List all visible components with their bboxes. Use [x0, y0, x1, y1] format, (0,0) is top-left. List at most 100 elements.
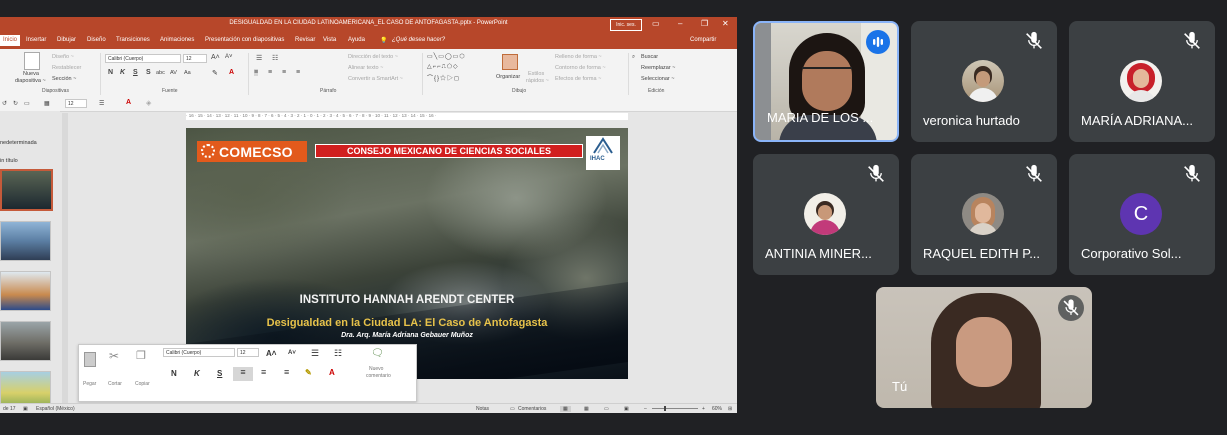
- section-sin-titulo[interactable]: in título: [0, 158, 18, 164]
- slide-thumbnail[interactable]: [0, 321, 51, 361]
- participant-tile-speaking[interactable]: MARIA DE LOS ...: [753, 21, 899, 142]
- justify-icon[interactable]: ≡: [296, 69, 300, 76]
- new-slide-label[interactable]: Nueva: [23, 71, 39, 77]
- mini-bullets-icon[interactable]: ☰: [311, 348, 319, 359]
- bullets-icon[interactable]: ☰: [256, 54, 262, 62]
- shape-fill-button[interactable]: Relleno de forma ~: [555, 54, 602, 60]
- align-center-icon[interactable]: ≡: [268, 69, 272, 76]
- new-slide-icon[interactable]: [24, 52, 40, 70]
- zoom-slider-thumb[interactable]: [664, 406, 666, 411]
- copy-icon[interactable]: ❐: [136, 349, 146, 362]
- grow-font-icon[interactable]: A˄: [211, 54, 220, 61]
- tab-insertar[interactable]: Insertar: [26, 37, 46, 43]
- spacing-button[interactable]: AV: [170, 70, 177, 76]
- tab-animaciones[interactable]: Animaciones: [160, 37, 194, 43]
- zoom-out-icon[interactable]: –: [644, 406, 647, 412]
- shapes-gallery[interactable]: ▭╲▭◯▭⬡: [427, 53, 466, 60]
- copy-label[interactable]: Copiar: [135, 381, 150, 387]
- cut-label[interactable]: Cortar: [108, 381, 122, 387]
- tab-revisar[interactable]: Revisar: [295, 37, 315, 43]
- mini-font-name[interactable]: Calibri (Cuerpo): [163, 348, 235, 357]
- qat-font-size[interactable]: 12: [65, 99, 87, 108]
- slide-canvas[interactable]: COMECSO CONSEJO MEXICANO DE CIENCIAS SOC…: [186, 128, 628, 379]
- spellcheck-icon[interactable]: ▣: [23, 406, 28, 412]
- replace-button[interactable]: Reemplazar ~: [641, 65, 675, 71]
- tab-dibujar[interactable]: Dibujar: [57, 37, 76, 43]
- mini-font-size[interactable]: 12: [237, 348, 259, 357]
- mini-grow-font-icon[interactable]: A˄: [266, 349, 276, 358]
- participant-tile[interactable]: veronica hurtado: [911, 21, 1057, 142]
- font-color-small-icon[interactable]: A: [126, 99, 131, 106]
- new-slide-dropdown[interactable]: diapositiva ~: [15, 78, 46, 84]
- zoom-slider[interactable]: [652, 408, 698, 409]
- zoom-level[interactable]: 60%: [712, 406, 722, 412]
- thumbnail-scrollbar[interactable]: [62, 113, 68, 403]
- layout-button[interactable]: Diseño ~: [52, 54, 74, 60]
- shapes-gallery-row2[interactable]: △⌐⌐⎍⬠◇: [427, 63, 459, 71]
- maximize-icon[interactable]: ❐: [701, 19, 708, 28]
- paste-icon[interactable]: [84, 352, 96, 367]
- shadow-button[interactable]: S: [146, 69, 151, 76]
- search-icon[interactable]: ⌕: [632, 54, 635, 61]
- mini-align-center-icon[interactable]: ≡: [261, 367, 266, 377]
- zoom-in-icon[interactable]: +: [702, 406, 705, 412]
- paste-label[interactable]: Pegar: [83, 381, 96, 387]
- language-label[interactable]: Español (México): [36, 406, 75, 412]
- new-comment-icon[interactable]: 🗨: [371, 348, 384, 359]
- shape-effects-button[interactable]: Efectos de forma ~: [555, 76, 601, 82]
- participant-tile[interactable]: C Corporativo Sol...: [1069, 154, 1215, 275]
- mini-bold-button[interactable]: N: [171, 369, 177, 378]
- tell-me-input[interactable]: ¿Qué desea hacer?: [392, 37, 445, 43]
- mini-italic-button[interactable]: K: [194, 369, 200, 378]
- ribbon-options-icon[interactable]: ▭: [652, 19, 660, 28]
- shrink-font-icon[interactable]: A˅: [225, 54, 233, 60]
- align-right-icon[interactable]: ≡: [282, 69, 286, 76]
- tab-inicio[interactable]: Inicio: [0, 35, 21, 46]
- participant-tile[interactable]: ANTINIA MINER...: [753, 154, 899, 275]
- font-name-box[interactable]: Calibri (Cuerpo): [105, 54, 181, 63]
- font-color-icon[interactable]: A: [229, 69, 234, 76]
- underline-button[interactable]: S: [133, 69, 138, 76]
- strike-button[interactable]: abc: [156, 70, 165, 76]
- slide-thumbnail[interactable]: [0, 221, 51, 261]
- share-button[interactable]: Compartir: [690, 37, 716, 43]
- shape-small-icon[interactable]: ◈: [146, 99, 151, 107]
- mini-font-color-icon[interactable]: A: [329, 368, 335, 377]
- presenter-icon[interactable]: ▭: [24, 100, 30, 107]
- bold-button[interactable]: N: [108, 69, 113, 76]
- fit-slide-icon[interactable]: ⊞: [728, 406, 732, 412]
- self-video-tile[interactable]: Tú: [876, 287, 1092, 408]
- minimize-icon[interactable]: –: [678, 19, 682, 28]
- mini-numbering-icon[interactable]: ☷: [334, 348, 342, 359]
- quick-styles-button[interactable]: rápidos ~: [526, 78, 549, 84]
- slide-thumbnail[interactable]: [0, 271, 51, 311]
- find-button[interactable]: Buscar: [641, 54, 658, 60]
- new-comment-label[interactable]: Nuevo: [369, 366, 383, 372]
- notes-button[interactable]: Notas: [476, 406, 489, 412]
- mini-shrink-font-icon[interactable]: A˅: [288, 350, 296, 356]
- tab-vista[interactable]: Vista: [323, 37, 336, 43]
- sorter-view-icon[interactable]: ▦: [584, 406, 589, 412]
- redo-icon[interactable]: ↻: [13, 100, 18, 107]
- participant-tile[interactable]: RAQUEL EDITH P...: [911, 154, 1057, 275]
- bullets-small-icon[interactable]: ☰: [99, 100, 104, 107]
- mini-underline-button[interactable]: S: [217, 369, 222, 378]
- mini-align-right-icon[interactable]: ≡: [284, 367, 289, 377]
- case-button[interactable]: Aa: [184, 70, 191, 76]
- section-button[interactable]: Sección ~: [52, 76, 76, 82]
- font-size-box[interactable]: 12: [183, 54, 207, 63]
- tab-presentacion[interactable]: Presentación con diapositivas: [205, 37, 284, 43]
- normal-view-icon[interactable]: ▦: [560, 406, 571, 412]
- reset-button[interactable]: Restablecer: [52, 65, 81, 71]
- slide-thumbnail-active[interactable]: [0, 169, 53, 211]
- reading-view-icon[interactable]: ▭: [604, 406, 609, 412]
- undo-icon[interactable]: ↺: [2, 100, 7, 107]
- smartart-button[interactable]: Convertir a SmartArt ~: [348, 76, 403, 82]
- text-direction-button[interactable]: Dirección del texto ~: [348, 54, 398, 60]
- italic-button[interactable]: K: [120, 69, 125, 76]
- slideshow-view-icon[interactable]: ▣: [624, 406, 629, 412]
- arrange-icon[interactable]: [502, 54, 518, 70]
- numbering-icon[interactable]: ☷: [272, 54, 278, 62]
- tab-transiciones[interactable]: Transiciones: [116, 37, 150, 43]
- shapes-gallery-row3[interactable]: ⌒{}☆▷◻: [427, 73, 460, 82]
